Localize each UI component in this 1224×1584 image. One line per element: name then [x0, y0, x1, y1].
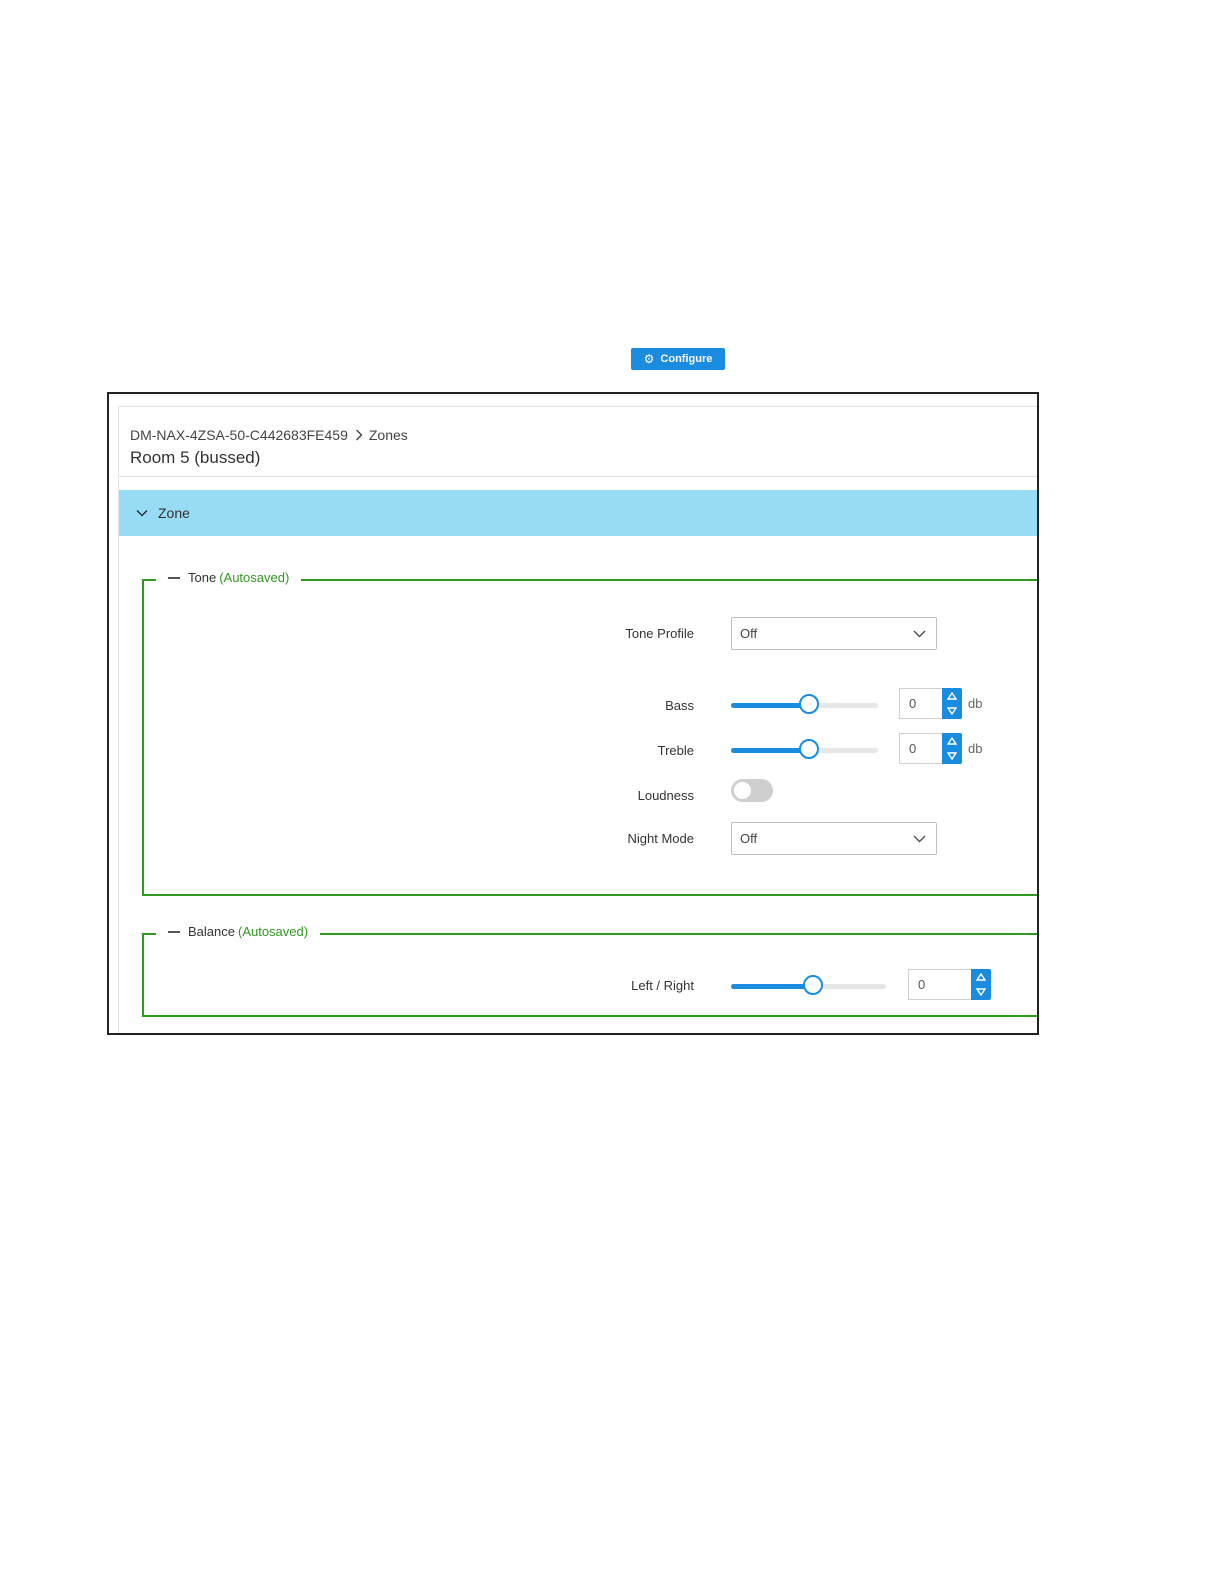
night-mode-label: Night Mode	[627, 831, 694, 846]
treble-slider[interactable]	[731, 739, 878, 760]
left-right-slider[interactable]	[731, 975, 886, 996]
zone-label: Zone	[158, 505, 190, 521]
tone-fieldset: Tone (Autosaved) Tone Profile Off Bass 0	[142, 570, 1037, 896]
bass-input[interactable]: 0	[899, 688, 942, 719]
stepper-buttons	[942, 733, 962, 764]
configure-button[interactable]: ⚙ Configure	[631, 348, 725, 370]
bass-slider[interactable]	[731, 694, 878, 715]
balance-autosaved: (Autosaved)	[237, 924, 309, 939]
left-right-stepper: 0	[908, 969, 991, 1000]
configure-label: Configure	[660, 353, 713, 365]
bass-stepper: 0	[899, 688, 962, 719]
bass-unit: db	[968, 696, 983, 711]
collapse-dash-icon	[168, 930, 180, 933]
tone-autosaved: (Autosaved)	[219, 570, 290, 585]
page-title: Room 5 (bussed)	[130, 448, 261, 467]
tone-legend-label: Tone	[188, 570, 217, 585]
slider-thumb[interactable]	[803, 975, 824, 995]
left-right-input[interactable]: 0	[908, 969, 971, 1000]
chevron-right-icon	[355, 429, 363, 441]
screenshot-frame: DM-NAX-4ZSA-50-C442683FE459 Zones Room 5…	[107, 392, 1039, 1035]
triangle-down-icon[interactable]	[976, 988, 986, 997]
slider-thumb[interactable]	[798, 739, 819, 759]
slider-fill	[731, 748, 809, 753]
bass-label: Bass	[665, 698, 694, 713]
treble-unit: db	[968, 741, 983, 756]
triangle-up-icon[interactable]	[947, 691, 957, 700]
treble-stepper: 0	[899, 733, 962, 764]
stepper-buttons	[971, 969, 991, 1000]
tone-legend[interactable]: Tone (Autosaved)	[156, 570, 302, 585]
slider-thumb[interactable]	[798, 694, 819, 714]
loudness-toggle[interactable]	[731, 779, 773, 802]
chevron-down-icon	[913, 626, 926, 641]
triangle-down-icon[interactable]	[947, 752, 957, 761]
page-header: DM-NAX-4ZSA-50-C442683FE459 Zones Room 5…	[119, 406, 1037, 477]
slider-fill	[731, 984, 814, 989]
left-right-label: Left / Right	[631, 978, 694, 993]
triangle-up-icon[interactable]	[976, 972, 986, 981]
chevron-down-icon	[913, 831, 926, 846]
breadcrumb: DM-NAX-4ZSA-50-C442683FE459 Zones	[130, 427, 408, 443]
toggle-knob	[734, 782, 751, 799]
tone-profile-label: Tone Profile	[625, 626, 694, 641]
night-mode-select[interactable]: Off	[731, 822, 937, 855]
balance-fieldset: Balance (Autosaved) Left / Right 0	[142, 924, 1037, 1017]
balance-legend-label: Balance	[188, 924, 235, 939]
zone-accordion-header[interactable]: Zone	[119, 490, 1037, 536]
triangle-up-icon[interactable]	[947, 736, 957, 745]
night-mode-value: Off	[740, 831, 758, 846]
zone-panel: DM-NAX-4ZSA-50-C442683FE459 Zones Room 5…	[118, 406, 1037, 1033]
breadcrumb-zones[interactable]: Zones	[369, 427, 408, 443]
stepper-buttons	[942, 688, 962, 719]
tone-profile-value: Off	[740, 626, 758, 641]
balance-legend[interactable]: Balance (Autosaved)	[156, 924, 321, 939]
slider-fill	[731, 703, 809, 708]
chevron-down-icon	[136, 509, 148, 517]
gear-icon: ⚙	[643, 352, 655, 366]
triangle-down-icon[interactable]	[947, 707, 957, 716]
breadcrumb-device[interactable]: DM-NAX-4ZSA-50-C442683FE459	[130, 427, 348, 443]
treble-input[interactable]: 0	[899, 733, 942, 764]
collapse-dash-icon	[168, 576, 180, 579]
loudness-label: Loudness	[637, 788, 694, 803]
tone-profile-select[interactable]: Off	[731, 617, 937, 650]
treble-label: Treble	[657, 743, 694, 758]
